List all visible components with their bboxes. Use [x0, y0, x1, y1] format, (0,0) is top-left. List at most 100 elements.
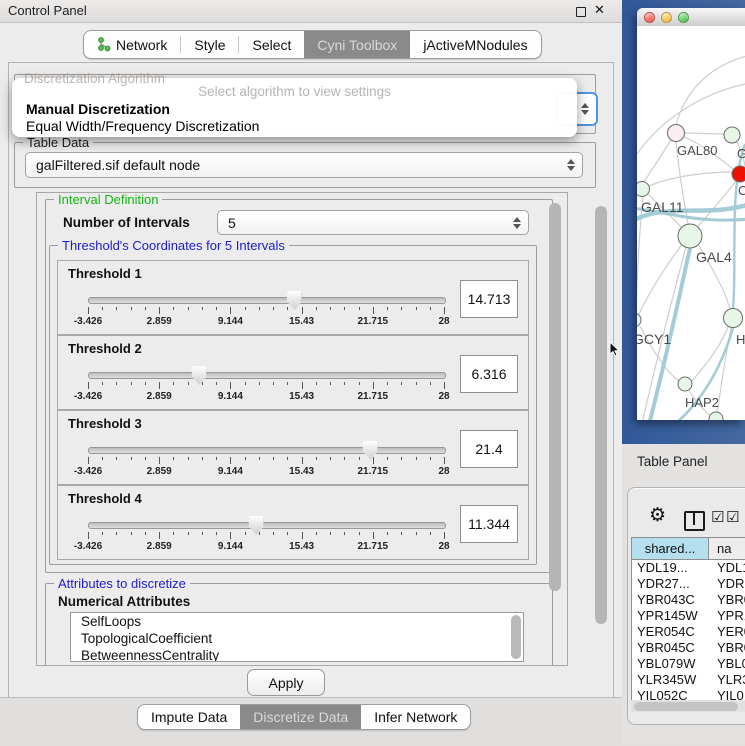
- tab-infer-network[interactable]: Infer Network: [361, 705, 470, 729]
- node-top-right[interactable]: [724, 127, 740, 143]
- table-row[interactable]: YBR045CYBR0: [632, 640, 745, 656]
- close-icon[interactable]: ✕: [594, 2, 605, 18]
- tab-cyni-toolbox[interactable]: Cyni Toolbox: [304, 31, 410, 58]
- table-cell[interactable]: YBL079W: [632, 656, 708, 672]
- attribute-list-item[interactable]: BetweennessCentrality: [71, 647, 523, 662]
- numerical-attributes-label: Numerical Attributes: [58, 594, 190, 609]
- table-cell[interactable]: YLR3: [708, 672, 745, 688]
- threshold-3-value-field[interactable]: 21.4: [460, 430, 518, 468]
- scale-label: 28: [438, 541, 449, 552]
- tick-mark: [273, 382, 274, 385]
- table-cell[interactable]: YDR27...: [632, 576, 708, 592]
- tab-discretize-data[interactable]: Discretize Data: [240, 705, 361, 729]
- attribute-list-item[interactable]: SelfLoops: [71, 613, 523, 630]
- tick-mark: [259, 532, 260, 535]
- node-label-h: H: [736, 332, 745, 347]
- tick-mark: [302, 457, 303, 464]
- tick-mark: [273, 457, 274, 460]
- network-canvas[interactable]: GAL80 GA C GAL11 GAL4 GCY1 H HAP2: [637, 26, 745, 420]
- tick-mark: [430, 532, 431, 535]
- table-cell[interactable]: YLR345W: [632, 672, 708, 688]
- tab-network[interactable]: Network: [84, 31, 180, 58]
- scale-label: 21.715: [358, 466, 389, 477]
- tab-jactivemnodules[interactable]: jActiveMNodules: [410, 31, 540, 58]
- threshold-2-slider[interactable]: [88, 372, 446, 379]
- node-bottom[interactable]: [709, 412, 723, 420]
- scale-label: 21.715: [358, 541, 389, 552]
- column-header-shared-name[interactable]: shared...: [632, 538, 709, 559]
- threshold-2-value-field[interactable]: 6.316: [460, 355, 518, 393]
- threshold-4-value-field[interactable]: 11.344: [460, 505, 518, 543]
- threshold-1-box: Threshold 1 -3.4262.8599.14415.4321.7152…: [57, 260, 529, 335]
- table-row[interactable]: YER054CYER0: [632, 624, 745, 640]
- table-cell[interactable]: YBR043C: [632, 592, 708, 608]
- tick-mark: [416, 307, 417, 310]
- minimize-traffic-light[interactable]: [661, 12, 672, 23]
- table-cell[interactable]: YPR145W: [632, 608, 708, 624]
- node-red-selected[interactable]: [732, 166, 745, 182]
- gear-icon[interactable]: ⚙: [649, 506, 666, 525]
- table-row[interactable]: YDL19...YDL1: [632, 560, 745, 576]
- node-gal80[interactable]: [668, 125, 685, 142]
- table-row[interactable]: YBL079WYBL0: [632, 656, 745, 672]
- threshold-1-slider[interactable]: [88, 297, 446, 304]
- outer-scrollbar[interactable]: [595, 206, 607, 624]
- tick-mark: [416, 457, 417, 460]
- tab-select[interactable]: Select: [239, 31, 304, 58]
- close-traffic-light[interactable]: [644, 12, 655, 23]
- table-row[interactable]: YDR27...YDR2: [632, 576, 745, 592]
- column-layout-icon[interactable]: [684, 511, 705, 531]
- numerical-attributes-list[interactable]: SelfLoopsTopologicalCoefficientBetweenne…: [70, 612, 524, 662]
- threshold-1-value-field[interactable]: 14.713: [460, 280, 518, 318]
- popup-item-equal-width[interactable]: Equal Width/Frequency Discretization: [26, 118, 259, 134]
- float-window-icon[interactable]: [576, 7, 586, 17]
- popup-item-manual-discretization[interactable]: Manual Discretization: [26, 101, 170, 117]
- table-cell[interactable]: YBR0: [708, 640, 745, 656]
- table-row[interactable]: YBR043CYBR0: [632, 592, 745, 608]
- table-row[interactable]: YPR145WYPR1: [632, 608, 745, 624]
- threshold-4-slider[interactable]: [88, 522, 446, 529]
- table-row[interactable]: YLR345WYLR3: [632, 672, 745, 688]
- table-cell[interactable]: YPR1: [708, 608, 745, 624]
- threshold-3-label: Threshold 3: [68, 416, 142, 431]
- tick-mark: [173, 457, 174, 460]
- scale-label: 9.144: [218, 391, 243, 402]
- tick-mark: [416, 532, 417, 535]
- number-of-intervals-combobox[interactable]: 5: [217, 210, 529, 235]
- tick-mark: [116, 307, 117, 310]
- table-cell[interactable]: YDR2: [708, 576, 745, 592]
- node-gal4[interactable]: [678, 224, 702, 248]
- table-cell[interactable]: YBL0: [708, 656, 745, 672]
- list-scrollbar[interactable]: [511, 615, 521, 659]
- node-table: shared... na YDL19...YDL1YDR27...YDR2YBR…: [631, 537, 745, 702]
- checkbox-icon-2[interactable]: ☑: [726, 510, 739, 525]
- table-cell[interactable]: YDL19...: [632, 560, 708, 576]
- horizontal-scrollbar-thumb[interactable]: [634, 702, 738, 711]
- table-cell[interactable]: YER054C: [632, 624, 708, 640]
- tab-style[interactable]: Style: [181, 31, 238, 58]
- horizontal-scrollbar[interactable]: [631, 700, 745, 712]
- table-cell[interactable]: YBR045C: [632, 640, 708, 656]
- apply-button[interactable]: Apply: [247, 669, 325, 696]
- inner-scrollbar[interactable]: [549, 203, 561, 591]
- attributes-group: Attributes to discretize Numerical Attri…: [45, 583, 553, 666]
- tick-mark: [344, 457, 345, 460]
- node-gal11[interactable]: [637, 182, 650, 197]
- attribute-list-item[interactable]: TopologicalCoefficient: [71, 630, 523, 647]
- mouse-cursor: [609, 341, 621, 358]
- table-data-combobox[interactable]: galFiltered.sif default node: [25, 152, 583, 178]
- node-hap2[interactable]: [678, 377, 692, 391]
- node-h[interactable]: [724, 309, 743, 328]
- tick-mark: [259, 457, 260, 460]
- zoom-traffic-light[interactable]: [678, 12, 689, 23]
- threshold-3-slider[interactable]: [88, 447, 446, 454]
- table-cell[interactable]: YDL1: [708, 560, 745, 576]
- table-cell[interactable]: YER0: [708, 624, 745, 640]
- table-cell[interactable]: YBR0: [708, 592, 745, 608]
- tab-impute-data[interactable]: Impute Data: [138, 705, 240, 729]
- node-gcy1[interactable]: [637, 313, 641, 327]
- checkbox-icon-1[interactable]: ☑: [711, 510, 724, 525]
- column-header-name[interactable]: na: [709, 538, 745, 559]
- slider-scale-labels: -3.4262.8599.14415.4321.71528: [88, 391, 444, 403]
- network-window-titlebar: [637, 8, 745, 27]
